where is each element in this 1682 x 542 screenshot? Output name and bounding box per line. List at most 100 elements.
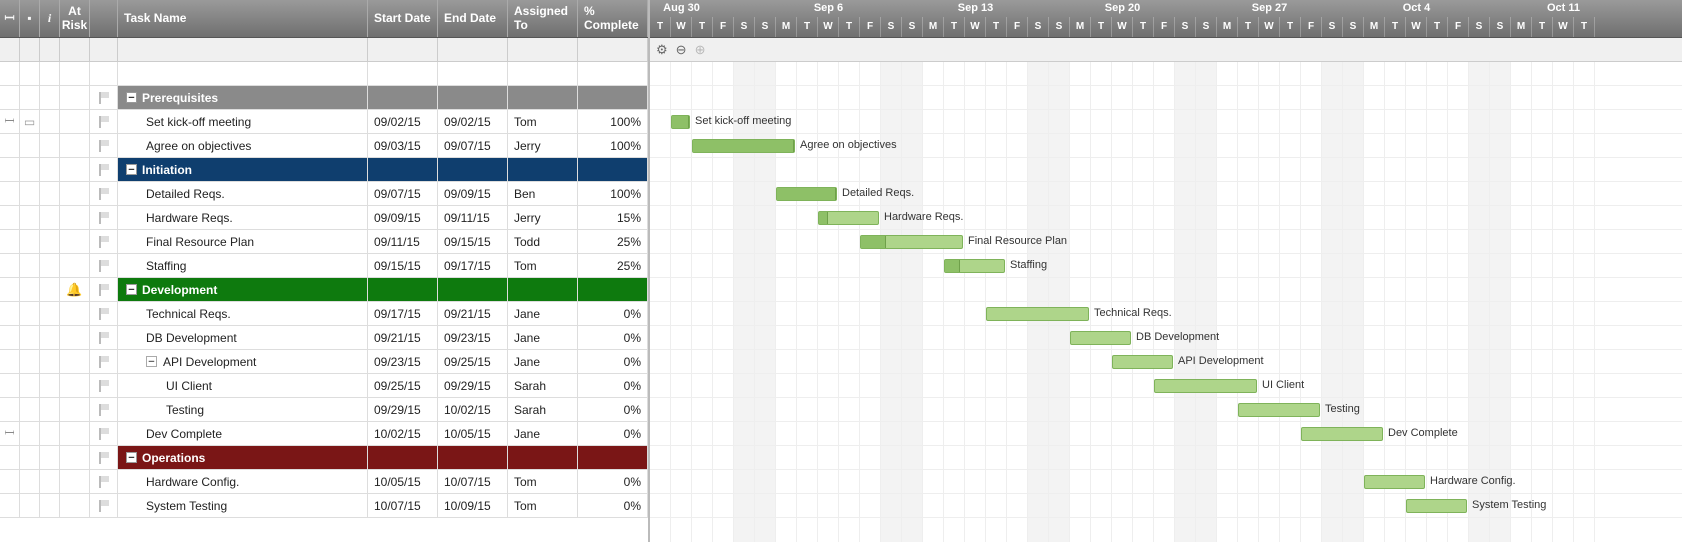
pct-complete-cell[interactable]: 0% — [578, 350, 648, 373]
assigned-to-cell[interactable]: Ben — [508, 182, 578, 205]
assigned-to-cell[interactable]: Tom — [508, 110, 578, 133]
flag-icon[interactable] — [99, 212, 109, 224]
end-date-cell[interactable]: 10/07/15 — [438, 470, 508, 493]
start-date-cell[interactable]: 10/07/15 — [368, 494, 438, 517]
end-date-cell[interactable]: 09/11/15 — [438, 206, 508, 229]
flag-icon[interactable] — [99, 356, 109, 368]
task-row[interactable]: Agree on objectives09/03/1509/07/15Jerry… — [0, 134, 648, 158]
gantt-bar[interactable]: Detailed Reqs. — [776, 187, 837, 201]
end-date-cell[interactable]: 09/02/15 — [438, 110, 508, 133]
gantt-bar[interactable]: DB Development — [1070, 331, 1131, 345]
col-attachment[interactable]: 𝄩 — [0, 0, 20, 37]
col-at-risk[interactable]: At Risk — [60, 0, 90, 37]
gantt-bar[interactable]: Technical Reqs. — [986, 307, 1089, 321]
col-flag[interactable] — [90, 0, 118, 37]
start-date-cell[interactable]: 09/25/15 — [368, 374, 438, 397]
assigned-to-cell[interactable]: Tom — [508, 494, 578, 517]
end-date-cell[interactable]: 10/05/15 — [438, 422, 508, 445]
gantt-body[interactable]: Set kick-off meetingAgree on objectives D… — [650, 62, 1682, 542]
end-date-cell[interactable]: 09/07/15 — [438, 134, 508, 157]
gear-icon[interactable]: ⚙ — [656, 42, 668, 58]
start-date-cell[interactable]: 09/03/15 — [368, 134, 438, 157]
gantt-bar[interactable]: Hardware Config. — [1364, 475, 1425, 489]
comment-icon[interactable]: ▭ — [24, 115, 35, 129]
gantt-bar[interactable]: Agree on objectives — [692, 139, 795, 153]
gantt-bar[interactable]: Hardware Reqs. — [818, 211, 879, 225]
end-date-cell[interactable]: 09/21/15 — [438, 302, 508, 325]
collapse-icon[interactable]: − — [126, 284, 137, 295]
assigned-to-cell[interactable]: Sarah — [508, 398, 578, 421]
task-row[interactable]: Technical Reqs.09/17/1509/21/15Jane0% — [0, 302, 648, 326]
end-date-cell[interactable]: 10/02/15 — [438, 398, 508, 421]
task-row[interactable]: Detailed Reqs.09/07/1509/09/15Ben100% — [0, 182, 648, 206]
flag-icon[interactable] — [99, 500, 109, 512]
flag-icon[interactable] — [99, 188, 109, 200]
pct-complete-cell[interactable]: 100% — [578, 110, 648, 133]
flag-icon[interactable] — [99, 332, 109, 344]
gantt-bar[interactable]: Set kick-off meeting — [671, 115, 690, 129]
assigned-to-cell[interactable]: Tom — [508, 470, 578, 493]
col-pct-complete[interactable]: % Complete — [578, 0, 648, 37]
collapse-icon[interactable]: − — [146, 356, 157, 367]
flag-icon[interactable] — [99, 284, 109, 296]
assigned-to-cell[interactable]: Jane — [508, 326, 578, 349]
start-date-cell[interactable]: 09/09/15 — [368, 206, 438, 229]
pct-complete-cell[interactable]: 0% — [578, 326, 648, 349]
start-date-cell[interactable]: 09/23/15 — [368, 350, 438, 373]
flag-icon[interactable] — [99, 380, 109, 392]
start-date-cell[interactable]: 10/02/15 — [368, 422, 438, 445]
gantt-bar[interactable]: Staffing — [944, 259, 1005, 273]
gantt-bar[interactable]: System Testing — [1406, 499, 1467, 513]
gantt-bar[interactable]: Final Resource Plan — [860, 235, 963, 249]
col-info[interactable]: i — [40, 0, 60, 37]
task-row[interactable]: Testing09/29/1510/02/15Sarah0% — [0, 398, 648, 422]
group-row[interactable]: −Prerequisites — [0, 86, 648, 110]
assigned-to-cell[interactable]: Jane — [508, 350, 578, 373]
col-end-date[interactable]: End Date — [438, 0, 508, 37]
pct-complete-cell[interactable]: 25% — [578, 230, 648, 253]
pct-complete-cell[interactable]: 0% — [578, 422, 648, 445]
task-row[interactable]: Hardware Reqs.09/09/1509/11/15Jerry15% — [0, 206, 648, 230]
assigned-to-cell[interactable]: Jane — [508, 422, 578, 445]
assigned-to-cell[interactable]: Sarah — [508, 374, 578, 397]
group-row[interactable]: 🔔−Development — [0, 278, 648, 302]
flag-icon[interactable] — [99, 452, 109, 464]
task-row[interactable]: Final Resource Plan09/11/1509/15/15Todd2… — [0, 230, 648, 254]
gantt-bar[interactable]: Dev Complete — [1301, 427, 1383, 441]
col-start-date[interactable]: Start Date — [368, 0, 438, 37]
end-date-cell[interactable]: 09/15/15 — [438, 230, 508, 253]
flag-icon[interactable] — [99, 476, 109, 488]
pct-complete-cell[interactable]: 15% — [578, 206, 648, 229]
assigned-to-cell[interactable]: Jerry — [508, 134, 578, 157]
end-date-cell[interactable]: 09/23/15 — [438, 326, 508, 349]
start-date-cell[interactable]: 09/17/15 — [368, 302, 438, 325]
col-task-name[interactable]: Task Name — [118, 0, 368, 37]
task-row[interactable]: Staffing09/15/1509/17/15Tom25% — [0, 254, 648, 278]
task-row[interactable]: System Testing10/07/1510/09/15Tom0% — [0, 494, 648, 518]
flag-icon[interactable] — [99, 308, 109, 320]
pct-complete-cell[interactable]: 0% — [578, 470, 648, 493]
gantt-bar[interactable]: UI Client — [1154, 379, 1257, 393]
pct-complete-cell[interactable]: 100% — [578, 134, 648, 157]
flag-icon[interactable] — [99, 92, 109, 104]
group-row[interactable]: −Initiation — [0, 158, 648, 182]
task-row[interactable]: UI Client09/25/1509/29/15Sarah0% — [0, 374, 648, 398]
start-date-cell[interactable]: 09/02/15 — [368, 110, 438, 133]
gantt-bar[interactable]: Testing — [1238, 403, 1320, 417]
paperclip-icon[interactable]: 𝄩 — [5, 114, 15, 129]
end-date-cell[interactable]: 09/25/15 — [438, 350, 508, 373]
collapse-icon[interactable]: − — [126, 164, 137, 175]
end-date-cell[interactable]: 09/29/15 — [438, 374, 508, 397]
flag-icon[interactable] — [99, 260, 109, 272]
group-row[interactable]: −Operations — [0, 446, 648, 470]
assigned-to-cell[interactable]: Jerry — [508, 206, 578, 229]
assigned-to-cell[interactable]: Jane — [508, 302, 578, 325]
task-row[interactable]: −API Development09/23/1509/25/15Jane0% — [0, 350, 648, 374]
collapse-icon[interactable]: − — [126, 92, 137, 103]
col-assigned-to[interactable]: Assigned To — [508, 0, 578, 37]
col-comments[interactable]: ▪ — [20, 0, 40, 37]
pct-complete-cell[interactable]: 25% — [578, 254, 648, 277]
pct-complete-cell[interactable]: 0% — [578, 302, 648, 325]
flag-icon[interactable] — [99, 428, 109, 440]
flag-icon[interactable] — [99, 404, 109, 416]
